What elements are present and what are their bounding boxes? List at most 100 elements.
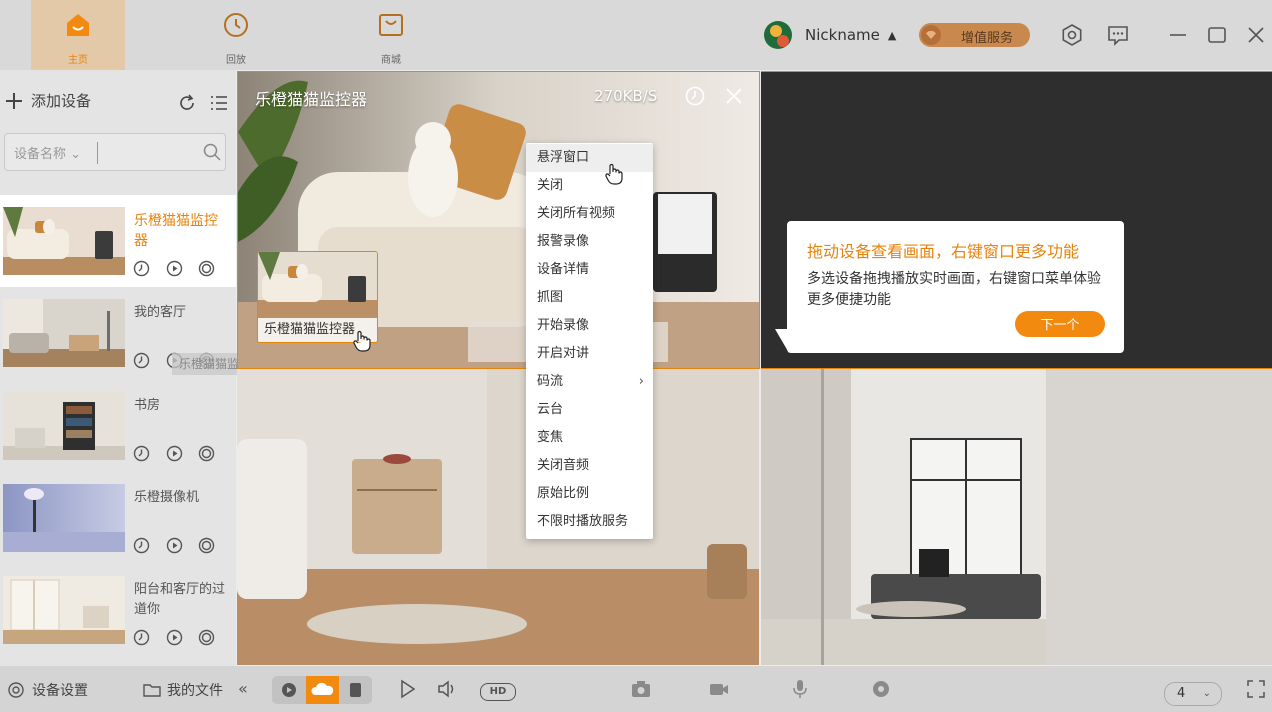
- caret-up-icon[interactable]: ▲: [888, 29, 896, 42]
- menu-item-mute[interactable]: 关闭音频: [526, 452, 653, 480]
- next-button[interactable]: 下一个: [1015, 311, 1105, 337]
- microphone-icon[interactable]: [789, 678, 811, 700]
- tab-home[interactable]: 主页: [31, 0, 125, 70]
- device-sidebar: 添加设备 设备名称 ⌄ 乐橙猫猫监控器 我的客厅 书房 乐橙摄像机 阳台和客厅的…: [0, 70, 263, 666]
- menu-item-alarm-recording[interactable]: 报警录像: [526, 228, 653, 256]
- device-item[interactable]: 乐橙摄像机: [0, 472, 236, 564]
- device-settings-button[interactable]: 设备设置: [7, 680, 88, 700]
- search-icon[interactable]: [202, 142, 222, 162]
- menu-item-stream[interactable]: 码流 ›: [526, 368, 653, 396]
- my-files-button[interactable]: 我的文件: [143, 680, 223, 700]
- close-window-icon[interactable]: [1245, 24, 1267, 46]
- device-item[interactable]: 乐橙猫猫监控器: [0, 195, 236, 287]
- living-room-image: [3, 299, 125, 367]
- device-name: 乐橙猫猫监控器: [134, 213, 218, 249]
- plus-icon: [4, 91, 24, 111]
- video-record-icon[interactable]: [708, 678, 730, 700]
- video-pane-4[interactable]: [761, 369, 1272, 665]
- menu-item-unlimited-playback[interactable]: 不限时播放服务: [526, 508, 653, 536]
- video-pane-3[interactable]: [237, 369, 759, 665]
- cloud-storage-icon[interactable]: [198, 260, 215, 277]
- fullscreen-icon[interactable]: [1245, 678, 1267, 700]
- timer-icon[interactable]: [684, 85, 706, 107]
- play-icon[interactable]: [166, 445, 183, 462]
- vip-service-button[interactable]: 增值服务: [919, 23, 1030, 47]
- menu-item-float-window[interactable]: 悬浮窗口: [526, 144, 653, 172]
- camera-snapshot-icon[interactable]: [630, 678, 652, 700]
- menu-item-intercom[interactable]: 开启对讲: [526, 340, 653, 368]
- device-name: 阳台和客厅的过道你: [134, 582, 226, 617]
- shop-icon: [379, 14, 403, 36]
- search-input[interactable]: [97, 142, 202, 164]
- sdcard-mode-button[interactable]: [339, 676, 372, 704]
- tooltip-body: 多选设备拖拽播放实时画面，右键窗口菜单体验更多便捷功能: [807, 271, 1101, 308]
- camera-title: 乐橙猫猫监控器: [255, 90, 368, 109]
- tab-label: 回放: [226, 55, 246, 66]
- playback-icon[interactable]: [133, 260, 150, 277]
- diamond-icon: [921, 25, 941, 45]
- grid-layout-select[interactable]: 4 ⌄: [1164, 682, 1222, 706]
- device-thumbnail: [3, 207, 125, 275]
- playback-icon[interactable]: [133, 537, 150, 554]
- bedroom-image: [3, 484, 125, 552]
- device-name: 我的客厅: [134, 305, 187, 320]
- play-icon[interactable]: [396, 678, 418, 700]
- add-device-label: 添加设备: [31, 92, 92, 110]
- chevron-right-icon: ›: [638, 374, 644, 389]
- cloud-storage-icon[interactable]: [198, 445, 215, 462]
- study-room-image: [3, 392, 125, 460]
- avatar[interactable]: [764, 21, 792, 49]
- living-room-cat-image: [3, 207, 125, 275]
- menu-item-ptz[interactable]: 云台: [526, 396, 653, 424]
- device-item[interactable]: 书房: [0, 380, 236, 472]
- message-icon[interactable]: [1107, 24, 1129, 46]
- menu-item-close[interactable]: 关闭: [526, 172, 653, 200]
- menu-item-device-details[interactable]: 设备详情: [526, 256, 653, 284]
- user-menu[interactable]: Nickname ▲: [764, 20, 896, 50]
- play-icon[interactable]: [166, 260, 183, 277]
- cloud-storage-icon[interactable]: [198, 537, 215, 554]
- list-view-icon[interactable]: [209, 93, 229, 113]
- menu-item-close-all[interactable]: 关闭所有视频: [526, 200, 653, 228]
- local-mode-button[interactable]: [272, 676, 305, 704]
- device-thumbnail: [3, 576, 125, 644]
- tab-label: 主页: [68, 55, 88, 66]
- device-item[interactable]: 阳台和客厅的过道你: [0, 564, 236, 656]
- cloud-storage-icon[interactable]: [198, 629, 215, 646]
- play-icon[interactable]: [166, 629, 183, 646]
- video-pane-1[interactable]: 乐橙猫猫监控器 270KB/S 乐橙猫猫监控器: [237, 71, 760, 369]
- hand-cursor-icon: [353, 330, 371, 352]
- device-actions: [133, 537, 223, 555]
- minimize-icon[interactable]: [1167, 24, 1189, 46]
- playback-icon[interactable]: [133, 629, 150, 646]
- menu-item-snapshot[interactable]: 抓图: [526, 284, 653, 312]
- menu-item-zoom[interactable]: 变焦: [526, 424, 653, 452]
- tab-playback[interactable]: 回放: [189, 0, 283, 70]
- device-thumbnail: [3, 484, 125, 552]
- menu-item-start-recording[interactable]: 开始录像: [526, 312, 653, 340]
- folder-icon: [143, 684, 161, 697]
- playback-icon[interactable]: [133, 352, 150, 369]
- device-thumbnail: [3, 392, 125, 460]
- home-icon: [67, 14, 89, 36]
- device-thumbnail: [3, 299, 125, 367]
- close-icon[interactable]: [723, 85, 745, 107]
- add-device-button[interactable]: 添加设备: [4, 90, 91, 111]
- settings-icon[interactable]: [1061, 24, 1083, 46]
- refresh-icon[interactable]: [177, 93, 197, 113]
- grid-count-value: 4: [1177, 686, 1186, 701]
- menu-item-original-ratio[interactable]: 原始比例: [526, 480, 653, 508]
- search-filter-dropdown[interactable]: 设备名称 ⌄: [14, 143, 81, 162]
- volume-icon[interactable]: [436, 678, 458, 700]
- ptz-control-icon[interactable]: [870, 678, 892, 700]
- tab-shop[interactable]: 商城: [344, 0, 438, 70]
- nickname[interactable]: Nickname: [805, 26, 880, 44]
- maximize-icon[interactable]: [1206, 24, 1228, 46]
- playback-icon[interactable]: [133, 445, 150, 462]
- device-actions: [133, 260, 223, 278]
- tooltip-title: 拖动设备查看画面，右键窗口更多功能: [807, 242, 1080, 261]
- collapse-sidebar-icon[interactable]: «: [238, 679, 248, 698]
- cloud-mode-button[interactable]: [306, 676, 339, 704]
- hd-quality-toggle[interactable]: HD: [480, 683, 516, 701]
- play-icon[interactable]: [166, 537, 183, 554]
